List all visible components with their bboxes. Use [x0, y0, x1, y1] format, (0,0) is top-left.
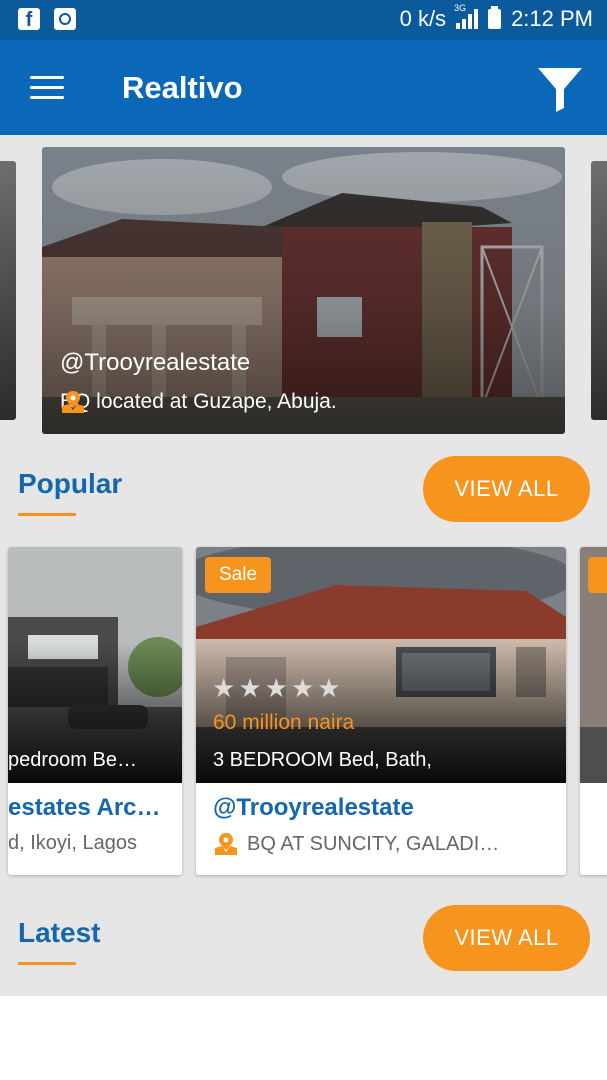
- property-location: d, Ikoyi, Lagos: [8, 832, 137, 855]
- star-icon[interactable]: ★: [212, 675, 235, 701]
- status-bar: f 0 k/s 3G 2:12 PM: [0, 0, 607, 40]
- facebook-icon: f: [18, 8, 40, 31]
- featured-location: BQ located at Guzape, Abuja.: [60, 390, 337, 414]
- latest-section-title: Latest: [18, 917, 101, 948]
- main-content: @Trooyrealestate BQ located at Guzape, A…: [0, 135, 607, 996]
- property-location-text: d, Ikoyi, Lagos: [8, 832, 137, 854]
- popular-view-all-button[interactable]: VIEW ALL: [423, 456, 590, 522]
- property-price: 60 million naira: [213, 711, 355, 734]
- rating-stars[interactable]: ★ ★ ★ ★ ★: [212, 675, 341, 701]
- property-author: @Trooyrealestate: [213, 794, 414, 821]
- network-speed: 0 k/s: [399, 6, 447, 31]
- popular-section-title: Popular: [18, 468, 123, 499]
- carousel-next-card[interactable]: [591, 161, 607, 420]
- star-icon[interactable]: ★: [265, 675, 288, 701]
- property-location: BQ AT SUNCITY, GALADI…: [213, 832, 499, 856]
- star-icon[interactable]: ★: [238, 675, 261, 701]
- filter-icon[interactable]: [534, 64, 586, 114]
- property-card-peek[interactable]: [580, 547, 607, 875]
- property-card[interactable]: pedroom Be… estates Arc… d, Ikoyi, Lagos: [8, 547, 182, 875]
- menu-icon[interactable]: [30, 76, 64, 100]
- property-beds-baths: 3 BEDROOM Bed, Bath,: [213, 749, 432, 771]
- property-author: estates Arc…: [8, 794, 161, 821]
- signal-icon: 3G: [454, 3, 479, 29]
- location-pin-icon: [215, 833, 237, 855]
- instagram-icon: [54, 8, 76, 30]
- location-pin-icon: [62, 391, 84, 413]
- carousel-prev-card[interactable]: [0, 161, 16, 420]
- latest-view-all-button[interactable]: VIEW ALL: [423, 905, 590, 971]
- clock: 2:12 PM: [511, 6, 593, 31]
- star-icon[interactable]: ★: [291, 675, 314, 701]
- sale-badge: Sale: [205, 557, 272, 593]
- star-icon[interactable]: ★: [317, 675, 340, 701]
- property-image: pedroom Be…: [8, 547, 182, 783]
- property-image: Sale ★ ★ ★ ★ ★ 60 million naira 3 BEDROO…: [196, 547, 566, 783]
- app-bar: Realtivo: [0, 40, 607, 135]
- popular-title-underline: [18, 513, 76, 516]
- latest-title-underline: [18, 962, 76, 965]
- property-beds-baths: pedroom Be…: [8, 749, 137, 771]
- featured-property-card[interactable]: @Trooyrealestate BQ located at Guzape, A…: [42, 147, 565, 434]
- featured-author: @Trooyrealestate: [60, 349, 251, 376]
- featured-location-text: BQ located at Guzape, Abuja.: [60, 390, 337, 413]
- network-type: 3G: [454, 3, 467, 13]
- app-title: Realtivo: [122, 70, 243, 105]
- property-location-text: BQ AT SUNCITY, GALADI…: [247, 832, 500, 855]
- property-card[interactable]: Sale ★ ★ ★ ★ ★ 60 million naira 3 BEDROO…: [196, 547, 566, 875]
- battery-icon: [488, 6, 502, 29]
